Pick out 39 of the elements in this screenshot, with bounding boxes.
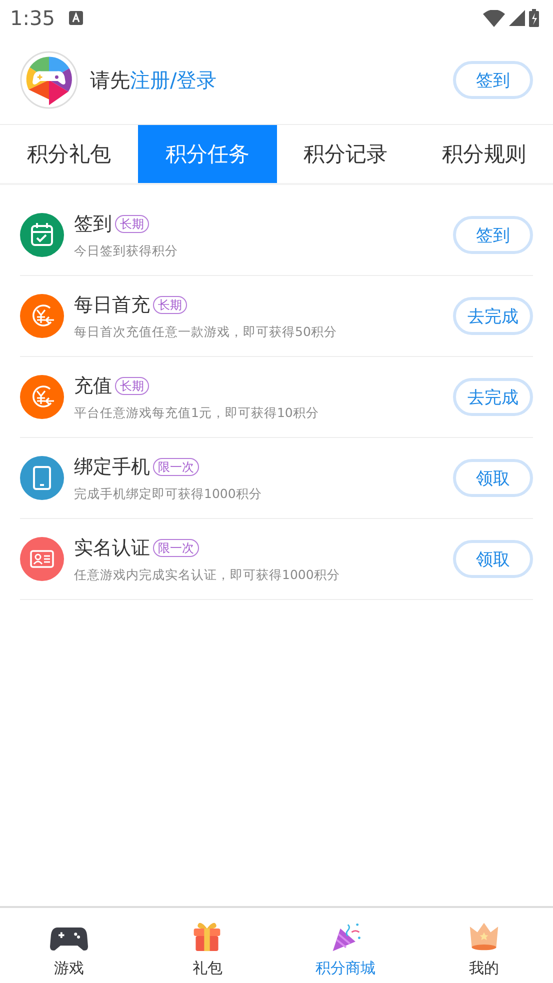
task-description: 每日首次充值任意一款游戏，即可获得50积分	[74, 324, 338, 340]
nav-item[interactable]: 礼包	[138, 908, 276, 983]
task-action-button[interactable]: 去完成	[453, 378, 533, 416]
task-description: 平台任意游戏每充值1元，即可获得10积分	[74, 404, 320, 422]
task-title: 实名认证	[74, 536, 150, 560]
battery-icon	[529, 9, 539, 27]
app-logo	[20, 51, 78, 109]
nav-item[interactable]: 积分商城	[276, 908, 415, 983]
task-tag: 限一次	[153, 458, 199, 476]
signal-icon	[509, 10, 525, 26]
keyboard-icon	[68, 11, 83, 25]
status-time: 1:35	[10, 6, 55, 30]
wifi-icon	[483, 10, 505, 26]
task-tag: 限一次	[153, 538, 199, 556]
task-description: 任意游戏内完成实名认证，即可获得1000积分	[74, 566, 341, 584]
task-action-button[interactable]: 领取	[453, 540, 533, 578]
task-title: 每日首充	[74, 292, 150, 318]
login-link[interactable]: 注册/登录	[130, 66, 217, 94]
tab[interactable]: 积分任务	[138, 125, 276, 183]
task-title: 绑定手机	[74, 454, 150, 480]
yuan-icon	[20, 294, 64, 338]
calendar-icon	[20, 213, 64, 257]
task-description: 今日签到获得积分	[74, 242, 179, 260]
task-action-button[interactable]: 签到	[453, 216, 533, 254]
task-description: 完成手机绑定即可获得1000积分	[74, 486, 263, 502]
login-prompt: 请先	[90, 66, 130, 94]
id-card-icon	[20, 537, 64, 581]
task-action-button[interactable]: 领取	[453, 459, 533, 497]
yuan-icon	[20, 375, 64, 419]
task-tag: 长期	[115, 376, 149, 394]
task-action-button[interactable]: 去完成	[453, 297, 533, 335]
check-in-button[interactable]: 签到	[453, 61, 533, 99]
task-tag: 长期	[153, 296, 187, 314]
task-title: 签到	[74, 212, 112, 236]
task-tag: 长期	[115, 214, 149, 232]
nav-item[interactable]: 游戏	[0, 908, 138, 983]
nav-item[interactable]: 我的	[414, 908, 553, 983]
tablet-icon	[20, 456, 64, 500]
task-title: 充值	[74, 374, 112, 398]
